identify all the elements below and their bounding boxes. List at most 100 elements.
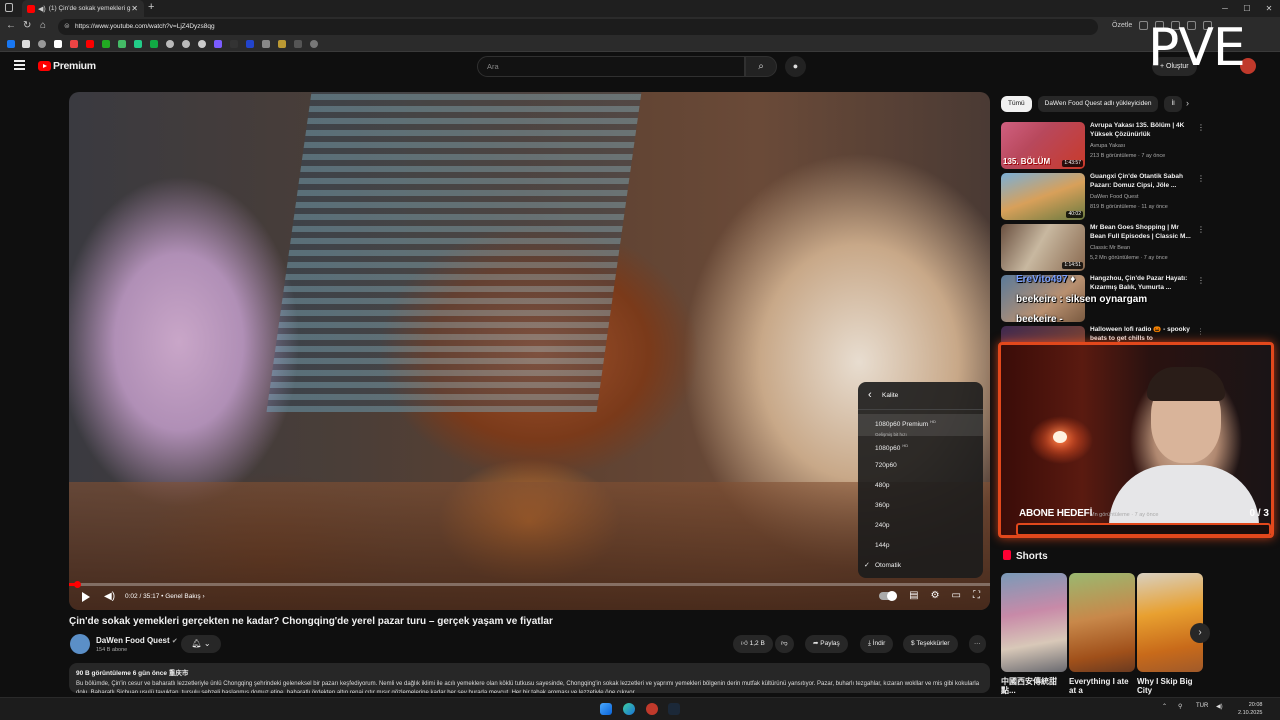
bookmark-x-icon[interactable] [22, 40, 30, 48]
rec-channel[interactable]: Classic Mr Bean [1090, 245, 1130, 251]
short-thumbnail[interactable] [1137, 573, 1203, 672]
fullscreen-icon[interactable]: ⛶ [973, 590, 980, 601]
chip-related[interactable]: İl [1164, 96, 1182, 112]
search-input[interactable]: Ara [477, 56, 745, 77]
back-icon[interactable]: ← [6, 20, 16, 31]
url-field[interactable]: ⊜ https://www.youtube.com/watch?v=LjZ4Dy… [58, 19, 1098, 35]
site-info-icon[interactable]: ⊜ [64, 19, 70, 35]
short-title[interactable]: Everything I ate at a [1069, 677, 1135, 695]
quality-option[interactable]: 144p [858, 536, 983, 556]
tray-chevron-icon[interactable]: ⌃ [1162, 703, 1167, 710]
bookmark-icon[interactable] [38, 40, 46, 48]
bookmark-icon[interactable] [246, 40, 254, 48]
bookmark-icon[interactable] [118, 40, 126, 48]
shorts-next-button[interactable]: › [1190, 623, 1210, 643]
more-vert-icon[interactable]: ⋮ [1197, 225, 1205, 234]
quality-menu-back[interactable]: Kalite [858, 381, 983, 410]
download-button[interactable]: ⤓ İndir [860, 635, 894, 653]
search-button[interactable]: ⌕ [745, 56, 777, 77]
summarize-button[interactable]: Özetle [1112, 22, 1132, 29]
bookmark-facebook-icon[interactable] [7, 40, 15, 48]
progress-bar[interactable] [69, 581, 990, 588]
bookmark-icon[interactable] [70, 40, 78, 48]
close-window-icon[interactable]: ✕ [1258, 0, 1280, 17]
chip-all[interactable]: Tümü [1001, 96, 1032, 112]
read-aloud-icon[interactable] [1139, 21, 1149, 30]
bookmark-icon[interactable] [310, 40, 318, 48]
recommended-video[interactable]: 40:02 Guangxi Çin'de Otantik Sabah Pazar… [1001, 173, 1205, 221]
quality-option[interactable]: 240p [858, 516, 983, 536]
play-icon[interactable] [82, 592, 90, 602]
quality-option[interactable]: 360p [858, 496, 983, 516]
settings-gear-icon[interactable]: ⚙ [931, 590, 940, 601]
chapter-label[interactable]: • Genel Bakış › [161, 593, 204, 600]
recommended-video[interactable]: 135. BÖLÜM 1:43:57 Avrupa Yakası 135. Bö… [1001, 122, 1205, 170]
quality-option[interactable]: 480p [858, 476, 983, 496]
video-player[interactable]: ◀) 0:02 / 35:17 • Genel Bakış › ▤ ⚙ ▭ ⛶ [69, 92, 990, 610]
bookmark-globe-icon[interactable] [182, 40, 190, 48]
bookmark-icon[interactable] [230, 40, 238, 48]
channel-name[interactable]: DaWen Food Quest ✔ [96, 636, 178, 645]
youtube-logo[interactable]: Premium [38, 60, 96, 72]
like-button[interactable]: 👍︎ 1,2 B [733, 635, 773, 653]
home-icon[interactable]: ⌂ [40, 20, 46, 31]
windows-start-icon[interactable] [600, 703, 612, 715]
description-box[interactable]: 90 B görüntüleme 6 gün önce 重庆市 Bu bölüm… [69, 663, 990, 693]
more-vert-icon[interactable]: ⋮ [1197, 327, 1201, 336]
short-title[interactable]: Why I Skip Big City [1137, 677, 1203, 695]
recommended-video[interactable]: 1:14:51 Mr Bean Goes Shopping | Mr Bean … [1001, 224, 1205, 272]
bookmark-icon[interactable] [262, 40, 270, 48]
quality-option[interactable]: 1080p60 HD [858, 436, 983, 456]
quality-option-selected[interactable]: ✓ Otomatik [858, 556, 983, 576]
share-button[interactable]: ➦ Paylaş [805, 635, 848, 653]
volume-tray-icon[interactable]: ◀) [1216, 703, 1223, 710]
scrubber-handle[interactable] [74, 581, 81, 588]
bookmark-icon[interactable] [54, 40, 62, 48]
speaker-icon[interactable]: ◀) [38, 5, 46, 13]
steam-icon[interactable] [668, 703, 680, 715]
video-thumbnail[interactable]: 135. BÖLÜM 1:43:57 [1001, 122, 1085, 169]
quality-option[interactable]: 1080p60 Premium HD Gelişmiş bit hızı [858, 414, 983, 437]
more-vert-icon[interactable]: ⋮ [1197, 174, 1205, 183]
menu-icon[interactable] [14, 60, 25, 72]
volume-icon[interactable]: ◀) [104, 591, 115, 602]
short-thumbnail[interactable] [1069, 573, 1135, 672]
chevron-right-icon[interactable]: › [1186, 98, 1189, 108]
minimize-icon[interactable]: ─ [1214, 0, 1236, 17]
browser-tab-youtube[interactable]: ◀) (1) Çin'de sokak yemekleri g ✕ [22, 0, 144, 17]
bookmark-icon[interactable] [134, 40, 142, 48]
more-vert-icon[interactable]: ⋮ [1197, 123, 1205, 132]
language-indicator[interactable]: TUR [1196, 703, 1208, 709]
chip-channel[interactable]: DaWen Food Quest adlı yükleyiciden [1037, 96, 1159, 112]
clock[interactable]: 20:08 2.10.2025 [1238, 701, 1262, 717]
video-thumbnail[interactable]: 1:14:51 [1001, 224, 1085, 271]
autoplay-toggle[interactable] [879, 590, 898, 601]
bookmark-icon[interactable] [278, 40, 286, 48]
theater-mode-icon[interactable]: ▭ [952, 590, 961, 601]
bookmark-icon[interactable] [150, 40, 158, 48]
thanks-button[interactable]: $ Teşekkürler [903, 635, 958, 653]
bookmark-youtube-icon[interactable] [86, 40, 94, 48]
video-thumbnail[interactable]: 40:02 [1001, 173, 1085, 220]
more-actions-button[interactable]: ··· [969, 635, 986, 653]
rec-channel[interactable]: DaWen Food Quest [1090, 194, 1139, 200]
edge-browser-icon[interactable] [623, 703, 635, 715]
bookmark-globe-icon[interactable] [166, 40, 174, 48]
bookmark-icon[interactable] [102, 40, 110, 48]
subscribed-bell-button[interactable]: 🔔︎ ⌄ [181, 635, 221, 653]
channel-avatar[interactable] [70, 634, 90, 654]
network-icon[interactable]: ⚲ [1178, 703, 1182, 710]
subtitles-icon[interactable]: ▤ [909, 590, 918, 601]
short-title[interactable]: 中國西安傳統甜點... [1001, 677, 1067, 695]
bookmark-icon[interactable] [294, 40, 302, 48]
bookmark-icon[interactable] [198, 40, 206, 48]
new-tab-icon[interactable]: + [148, 1, 154, 13]
more-vert-icon[interactable]: ⋮ [1197, 276, 1205, 285]
dislike-button[interactable]: 👎︎ [775, 635, 794, 653]
voice-search-button[interactable]: ● [785, 56, 806, 77]
rec-channel[interactable]: Avrupa Yakası [1090, 143, 1125, 149]
reload-icon[interactable]: ↻ [23, 20, 31, 31]
short-thumbnail[interactable] [1001, 573, 1067, 672]
app-icon[interactable] [646, 703, 658, 715]
tab-actions-icon[interactable] [5, 3, 13, 12]
